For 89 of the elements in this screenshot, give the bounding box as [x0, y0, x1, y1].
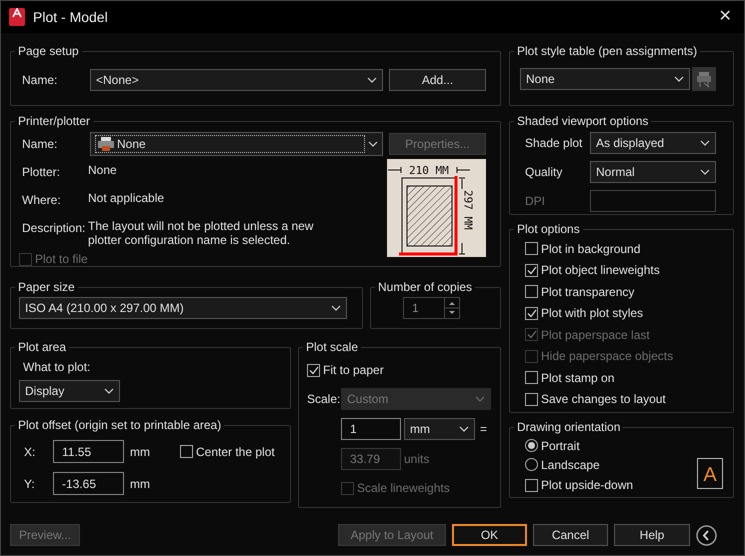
button[interactable]: Help	[614, 524, 690, 546]
group-title: Shaded viewport options	[516, 113, 650, 130]
input-field[interactable]: 11.55	[53, 440, 124, 463]
dropdown[interactable]: mm	[404, 418, 475, 440]
group-title: Printer/plotter	[17, 113, 92, 130]
input-field[interactable]: -13.65	[53, 472, 124, 495]
checkbox[interactable]	[307, 364, 320, 376]
caret-icon	[367, 77, 377, 83]
checkbox[interactable]	[525, 478, 538, 492]
checkbox-label: Plot upside-down	[541, 477, 634, 494]
dropdown[interactable]: ISO A4 (210.00 x 297.00 MM)	[19, 297, 347, 319]
checkbox[interactable]	[525, 371, 538, 384]
button[interactable]: Cancel	[533, 524, 608, 546]
field-label: Where:	[22, 192, 62, 209]
field-label: Name:	[21, 136, 58, 153]
caret-icon	[331, 305, 341, 311]
checkbox-label: Plot to file	[35, 251, 88, 268]
radio-label: Landscape	[541, 456, 600, 474]
window-title: Plot - Model	[33, 8, 108, 26]
dropdown[interactable]: Display	[19, 380, 120, 402]
checkbox-label: Plot stamp on	[541, 370, 614, 387]
dropdown[interactable]: Normal	[590, 161, 716, 183]
dropdown[interactable]: None	[520, 68, 690, 90]
caret-icon	[700, 140, 710, 146]
equals-sign: =	[480, 421, 488, 438]
group-title: Plot scale	[305, 339, 360, 356]
button[interactable]: Add...	[389, 69, 486, 91]
group-title: Plot style table (pen assignments)	[516, 43, 698, 60]
group-title: Drawing orientation	[516, 419, 622, 436]
edit-plot-style-icon[interactable]	[692, 67, 716, 91]
caret-icon	[104, 388, 114, 394]
checkbox-label: Center the plot	[196, 444, 275, 460]
checkbox-label: Plot paperspace last	[541, 326, 650, 344]
checkbox-label: Plot with plot styles	[541, 305, 644, 322]
caret-icon	[475, 396, 485, 402]
caret-icon	[368, 141, 378, 147]
radio-button[interactable]	[525, 458, 538, 471]
field-label: Name:	[21, 72, 58, 89]
dropdown[interactable]: None	[90, 132, 383, 156]
group-title: Plot area	[17, 339, 68, 356]
caret-icon	[459, 426, 469, 432]
field-label: DPI	[524, 193, 546, 210]
field-label: X:	[23, 444, 36, 460]
checkbox-label: Hide paperspace objects	[541, 348, 674, 366]
group-title: Number of copies	[377, 279, 474, 296]
checkbox[interactable]	[525, 242, 538, 256]
field-label: Shade plot	[524, 135, 584, 152]
field-label: units	[404, 451, 430, 468]
group-title: Page setup	[17, 43, 80, 60]
radio-button[interactable]	[525, 439, 538, 452]
field-label: mm	[130, 476, 150, 492]
field-label: Description:	[22, 220, 86, 237]
dropdown[interactable]: <None>	[90, 69, 383, 91]
field-label: Quality	[524, 164, 564, 181]
checkbox-label: Plot object lineweights	[541, 262, 660, 280]
field-label: Plotter:	[22, 164, 62, 181]
group-title: Plot offset (origin set to printable area)	[17, 417, 222, 434]
checkbox-label: Scale lineweights	[357, 480, 450, 497]
checkbox[interactable]	[525, 306, 538, 320]
field-label: mm	[130, 444, 151, 460]
dimension-label: 297 MM	[460, 190, 476, 230]
checkbox[interactable]	[525, 264, 538, 277]
field-label: Scale:	[307, 391, 341, 408]
info-text: Not applicable	[88, 191, 166, 205]
checkbox-label: Plot in background	[541, 240, 640, 258]
info-text: None	[88, 163, 118, 177]
checkbox-label: Save changes to layout	[541, 391, 666, 408]
checkbox-label: Plot transparency	[541, 284, 634, 301]
field-label: Y:	[23, 476, 36, 492]
printer-icon	[97, 136, 115, 152]
page-orientation-icon: A	[697, 458, 723, 489]
checkbox[interactable]	[180, 445, 193, 458]
caret-icon	[674, 76, 684, 82]
dimension-label: 210 MM	[409, 163, 449, 179]
checkbox-label: Fit to paper	[323, 362, 384, 379]
checkbox[interactable]	[525, 285, 538, 298]
input-field[interactable]: 1	[341, 418, 401, 440]
caret-icon	[700, 169, 710, 175]
close-button[interactable]: ✕	[714, 6, 736, 28]
dropdown[interactable]: As displayed	[590, 132, 716, 154]
spinner-arrows-icon	[444, 298, 459, 318]
button[interactable]: OK	[452, 524, 527, 546]
app-logo-icon	[9, 8, 25, 26]
checkbox[interactable]	[525, 392, 538, 406]
field-label: What to plot:	[22, 359, 92, 376]
group-title: Plot options	[516, 221, 581, 238]
radio-label: Portrait	[541, 438, 580, 454]
info-text: The layout will not be plotted unless a new plotter configuration name is selected.	[88, 219, 314, 247]
group-title: Paper size	[17, 279, 76, 296]
